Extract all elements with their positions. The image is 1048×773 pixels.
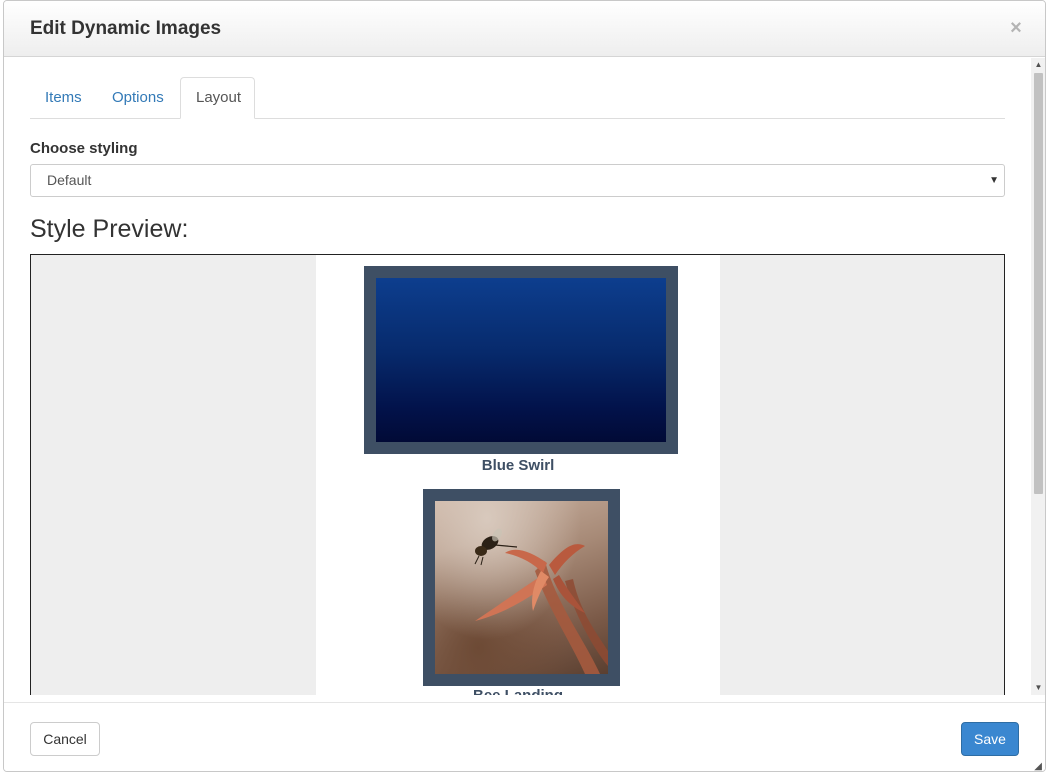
style-preview-area: Blue Swirl bbox=[30, 254, 1005, 695]
tab-bar: Items Options Layout bbox=[30, 77, 1005, 119]
dialog-header: Edit Dynamic Images × bbox=[4, 1, 1045, 57]
scrollbar-thumb[interactable] bbox=[1034, 73, 1043, 494]
styling-select[interactable]: Default ▼ bbox=[30, 164, 1005, 197]
choose-styling-label: Choose styling bbox=[30, 140, 138, 157]
tab-options[interactable]: Options bbox=[97, 77, 176, 119]
bee-landing-image bbox=[435, 501, 608, 674]
vertical-scrollbar[interactable]: ▲ ▼ bbox=[1031, 58, 1045, 695]
resize-grip-icon[interactable]: ◢ bbox=[1034, 762, 1042, 772]
style-preview-heading: Style Preview: bbox=[30, 215, 189, 243]
scroll-down-icon[interactable]: ▼ bbox=[1031, 681, 1045, 695]
blue-swirl-image bbox=[376, 278, 666, 442]
dialog-footer: Cancel Save ◢ bbox=[4, 702, 1045, 772]
dialog-title: Edit Dynamic Images bbox=[30, 18, 222, 39]
image-caption: Bee Landing bbox=[316, 687, 720, 695]
tab-items[interactable]: Items bbox=[30, 77, 93, 119]
tab-layout[interactable]: Layout bbox=[180, 77, 255, 119]
image-caption: Blue Swirl bbox=[481, 457, 555, 474]
image-frame bbox=[423, 489, 620, 686]
styling-select-value: Default bbox=[47, 172, 92, 188]
scroll-up-icon[interactable]: ▲ bbox=[1031, 58, 1045, 72]
cancel-button[interactable]: Cancel bbox=[30, 722, 100, 756]
save-button[interactable]: Save bbox=[961, 722, 1019, 756]
preview-column: Blue Swirl bbox=[316, 255, 720, 695]
chevron-down-icon: ▼ bbox=[989, 175, 999, 186]
image-frame bbox=[364, 266, 678, 454]
edit-dynamic-images-dialog: Edit Dynamic Images × Items Options Layo… bbox=[3, 0, 1046, 772]
close-icon[interactable]: × bbox=[1009, 18, 1023, 38]
dialog-body: Items Options Layout Choose styling Defa… bbox=[4, 58, 1031, 695]
